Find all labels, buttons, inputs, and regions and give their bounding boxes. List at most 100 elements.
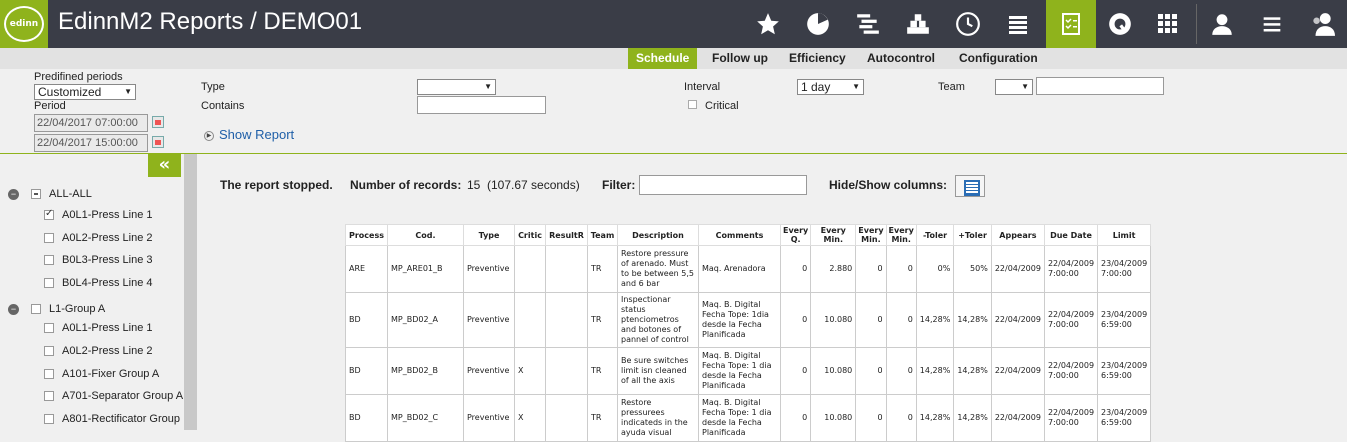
tree-item[interactable]: B0L4-Press Line 4 [44,277,153,289]
table-cell: 22/04/2009 7:00:00 [1043,292,1099,348]
records-time: (107.67 seconds) [487,178,580,192]
table-cell: 0 [779,245,812,293]
column-header[interactable]: Comments [698,224,781,246]
table-row[interactable]: BD MP_BD02_B Preventive X TR Be sure switches… [345,347,1152,395]
column-header[interactable]: Every Min. [885,224,917,246]
collapse-minus-icon[interactable]: − [8,303,19,315]
predefined-periods-select[interactable]: Customized ▼ [34,84,136,100]
pie-chart-icon[interactable] [793,0,843,48]
column-header[interactable]: Limit [1097,224,1152,246]
team-select[interactable]: ▼ [995,79,1033,95]
tree-group-l1[interactable]: − L1-Group A [8,303,105,315]
tab-efficiency[interactable]: Efficiency [781,48,854,69]
tree-checkbox[interactable] [44,323,54,333]
grid-icon[interactable] [1143,0,1193,48]
clock-icon[interactable] [943,0,993,48]
tree-checkbox[interactable] [31,189,41,199]
gantt-icon[interactable] [843,0,893,48]
tree-item[interactable]: A0L1-Press Line 1 [44,208,153,221]
filter-input[interactable] [639,175,807,195]
contains-input[interactable] [417,96,546,114]
star-icon[interactable] [743,0,793,48]
critical-checkbox[interactable] [688,100,697,109]
column-header[interactable]: -Toler [915,224,955,246]
tree-group-all[interactable]: − ALL-ALL [8,188,92,200]
tree-checkbox[interactable] [44,346,54,356]
team-label: Team [938,81,965,93]
column-header[interactable]: +Toler [953,224,992,246]
table-row[interactable]: BD MP_BD02_C Preventive X TR Restore pressure… [345,394,1152,442]
dropdown-arrow-icon: ▼ [1021,82,1029,91]
hide-show-columns-button[interactable] [955,175,985,197]
interval-select[interactable]: 1 day ▼ [797,79,864,95]
table-cell: Maq. B. Digital Fecha Tope: 1 dia desde … [698,347,781,395]
users-icon[interactable] [1297,0,1347,48]
table-cell: 23/04/2009 6:59:00 [1097,292,1152,348]
tree-checkbox[interactable] [44,278,54,288]
calendar-icon[interactable] [152,136,164,148]
tree-item[interactable]: A701-Separator Group A [44,390,183,402]
tree-checkbox[interactable] [44,369,54,379]
tree-item[interactable]: A0L2-Press Line 2 [44,345,153,357]
factory-icon[interactable] [893,0,943,48]
sidebar-scrollbar[interactable] [184,154,197,430]
column-header[interactable]: Every Q. [779,224,812,246]
calendar-icon[interactable] [152,116,164,128]
checklist-icon[interactable] [1046,0,1096,48]
column-header[interactable]: Cod. [387,224,464,246]
table-cell: 22/04/2009 7:00:00 [1043,394,1099,442]
table-cell: 50% [953,245,992,293]
column-header[interactable]: Due Date [1043,224,1099,246]
edinn-logo[interactable]: edinn [0,0,48,48]
tree-checkbox[interactable] [44,208,54,220]
tree-item-label: A0L1-Press Line 1 [62,209,153,221]
column-header[interactable]: Every Min. [810,224,857,246]
tree-checkbox[interactable] [44,233,54,243]
column-header[interactable]: Description [617,224,699,246]
column-header[interactable]: Team [587,224,618,246]
collapse-minus-icon[interactable]: − [8,188,19,200]
table-cell: 14,28% [953,394,992,442]
menu-icon[interactable] [1247,0,1297,48]
dropdown-arrow-icon: ▼ [852,82,860,91]
table-cell: 0 [885,292,917,348]
table-cell: 22/04/2009 [990,394,1045,442]
team-input[interactable] [1036,77,1164,95]
tab-configuration[interactable]: Configuration [951,48,1046,69]
tree-checkbox[interactable] [31,304,41,314]
column-header[interactable]: Appears [990,224,1045,246]
column-header[interactable]: Critic [514,224,546,246]
tree-item[interactable]: A0L2-Press Line 2 [44,232,153,244]
q-logo-icon[interactable] [1095,0,1145,48]
show-report-link[interactable]: ▶ Show Report [204,127,294,142]
table-row[interactable]: BD MP_BD02_A Preventive TR Inspectionar stat… [345,292,1152,348]
tree-item-label: A0L2-Press Line 2 [62,345,153,357]
column-header[interactable]: Type [463,224,515,246]
tree-item[interactable]: A101-Fixer Group A [44,368,159,380]
play-icon: ▶ [204,130,214,141]
tree-checkbox[interactable] [44,414,54,424]
column-header[interactable]: Process [345,224,388,246]
interval-value: 1 day [801,80,831,94]
tree-checkbox[interactable] [44,391,54,401]
tree-item-label: A101-Fixer Group A [62,368,160,380]
app-title: EdinnM2 Reports / DEMO01 [58,8,363,35]
tree-item[interactable]: A0L1-Press Line 1 [44,322,153,334]
tab-follow-up[interactable]: Follow up [704,48,776,69]
tree-item[interactable]: B0L3-Press Line 3 [44,254,153,266]
table-row[interactable]: ARE MP_ARE01_B Preventive TR Restore pressur… [345,245,1152,293]
tab-autocontrol[interactable]: Autocontrol [859,48,943,69]
column-header[interactable]: ResultR [545,224,588,246]
tree-item[interactable]: A801-Rectificator Group [44,413,180,425]
tree-checkbox[interactable] [44,255,54,265]
type-select[interactable]: ▼ [417,79,496,95]
contains-label: Contains [201,100,245,112]
tree-item-label: A0L2-Press Line 2 [62,232,153,244]
tab-schedule[interactable]: Schedule [628,48,698,69]
period-start-field[interactable]: 22/04/2017 07:00:00 [34,114,148,132]
collapse-sidebar-button[interactable]: « [148,154,181,177]
money-icon[interactable] [993,0,1043,48]
support-icon[interactable] [1197,0,1247,48]
column-header[interactable]: Every Min. [855,224,887,246]
period-end-field[interactable]: 22/04/2017 15:00:00 [34,134,148,152]
